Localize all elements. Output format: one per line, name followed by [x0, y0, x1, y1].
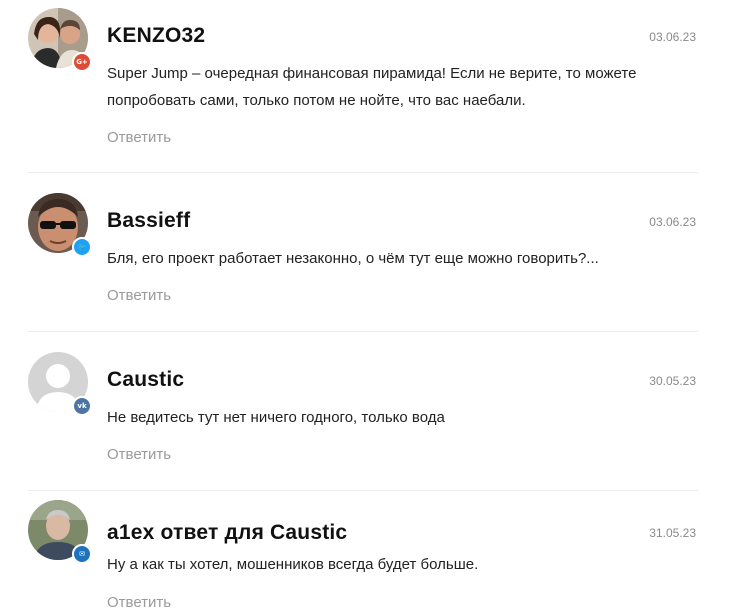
comment-item: ✉ a1ex ответ для Caustic 31.05.23 Ну а к… [0, 500, 729, 611]
reply-button[interactable]: Ответить [107, 446, 171, 463]
comment-author[interactable]: KENZO32 [107, 24, 205, 48]
comment-date: 30.05.23 [649, 374, 696, 388]
comment-date: 31.05.23 [649, 526, 696, 540]
comment-item: G+ KENZO32 03.06.23 Super Jump – очередн… [0, 8, 729, 168]
email-icon: ✉ [72, 544, 92, 564]
reply-button[interactable]: Ответить [107, 594, 171, 611]
comment-divider [28, 490, 698, 491]
comment-author[interactable]: Caustic [107, 368, 184, 392]
google-plus-icon: G+ [72, 52, 92, 72]
vk-icon: vk [72, 396, 92, 416]
comment-author[interactable]: a1ex ответ для Caustic [107, 521, 347, 545]
reply-button[interactable]: Ответить [107, 287, 171, 304]
comments-list: G+ KENZO32 03.06.23 Super Jump – очередн… [0, 0, 729, 611]
reply-button[interactable]: Ответить [107, 129, 171, 146]
comment-item: 🐦 Bassieff 03.06.23 Бля, его проект рабо… [0, 193, 729, 323]
comment-divider [28, 331, 698, 332]
comment-item: vk Caustic 30.05.23 Не ведитесь тут нет … [0, 352, 729, 482]
comment-date: 03.06.23 [649, 30, 696, 44]
comment-text: Ну а как ты хотел, мошенников всегда буд… [107, 556, 479, 573]
comment-text: Не ведитесь тут нет ничего годного, толь… [107, 409, 445, 426]
comment-text: Super Jump – очередная финансовая пирами… [107, 65, 637, 109]
comment-date: 03.06.23 [649, 215, 696, 229]
comment-text: Бля, его проект работает незаконно, о чё… [107, 250, 599, 267]
comment-author[interactable]: Bassieff [107, 209, 190, 233]
twitter-icon: 🐦 [72, 237, 92, 257]
comment-divider [28, 172, 698, 173]
